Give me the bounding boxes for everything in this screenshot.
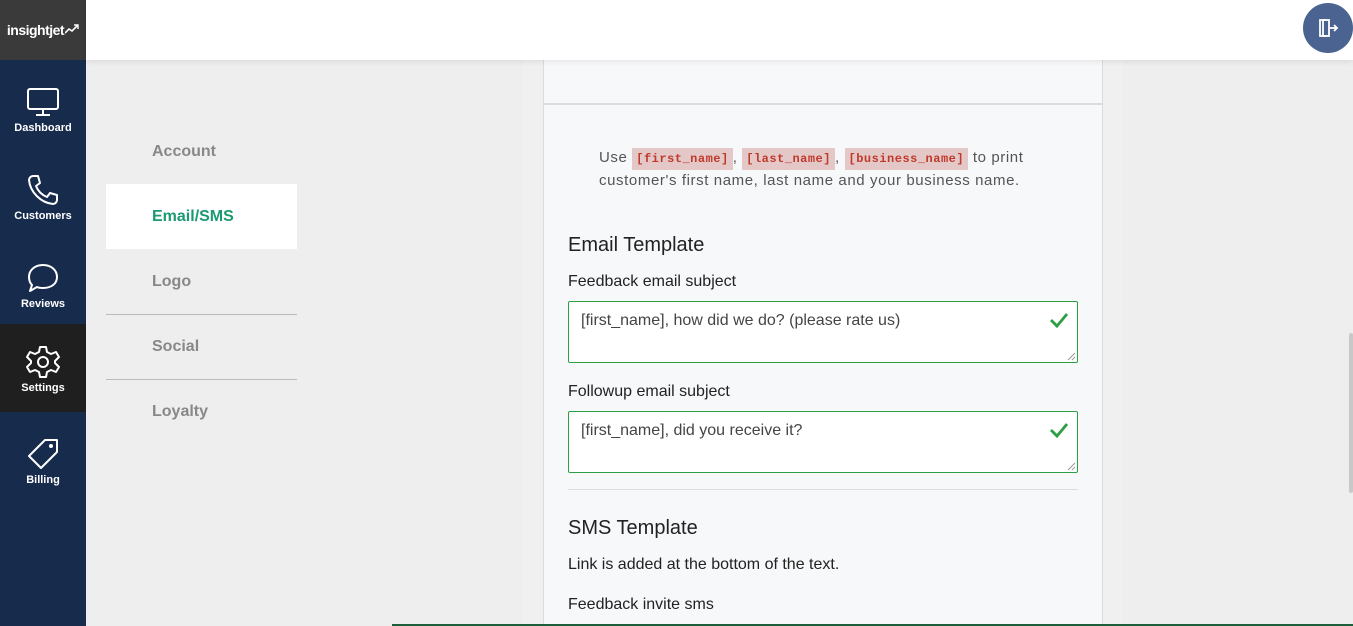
nav-label-reviews: Reviews (20, 298, 66, 310)
nav-label-settings: Settings (21, 382, 65, 394)
followup-email-subject-field[interactable]: [first_name], did you receive it? (568, 411, 1078, 473)
hint-sep1: , (732, 149, 738, 166)
monitor-icon (27, 88, 59, 116)
sms-link-note: Link is added at the bottom of the text. (568, 556, 840, 573)
page-scrollbar[interactable] (1349, 333, 1353, 493)
token-business-name: [business_name] (844, 148, 969, 170)
logout-button[interactable] (1303, 3, 1353, 53)
token-first-name: [first_name] (632, 148, 733, 170)
subnav-loyalty[interactable]: Loyalty (106, 379, 297, 444)
section-divider (568, 489, 1078, 490)
feedback-email-subject-field[interactable]: [first_name], how did we do? (please rat… (568, 301, 1078, 363)
phone-icon (28, 175, 58, 205)
nav-item-customers[interactable]: Customers (0, 152, 86, 240)
nav-item-dashboard[interactable]: Dashboard (0, 64, 86, 152)
tag-icon (28, 439, 58, 469)
subnav-account[interactable]: Account (106, 119, 297, 184)
followup-email-subject-value: [first_name], did you receive it? (581, 422, 803, 439)
check-icon (1050, 423, 1069, 439)
token-last-name: [last_name] (742, 148, 835, 170)
nav-item-billing[interactable]: Billing (0, 416, 86, 504)
top-bar (86, 0, 1353, 60)
check-icon (1050, 313, 1069, 329)
email-template-title: Email Template (568, 234, 705, 256)
previous-card (543, 60, 1103, 104)
brand-name: insightjet (6, 22, 65, 38)
nav-item-settings[interactable]: Settings (0, 324, 86, 412)
hint-prefix: Use (599, 149, 628, 166)
sms-template-title: SMS Template (568, 517, 698, 539)
hint-sep2: , (834, 149, 840, 166)
main-sidebar: insightjet Dashboard Customers Reviews S… (0, 0, 86, 626)
feedback-email-label: Feedback email subject (568, 273, 737, 290)
gear-icon (26, 346, 60, 378)
resize-handle-icon[interactable] (1067, 462, 1076, 471)
nav-label-billing: Billing (26, 474, 60, 486)
brand-mark (64, 23, 79, 37)
placeholder-hint: Use [first_name], [last_name], [business… (599, 147, 1059, 192)
subnav-logo[interactable]: Logo (106, 249, 297, 314)
brand-logo[interactable]: insightjet (0, 0, 86, 60)
chat-bubble-icon (28, 264, 58, 292)
settings-panel: Use [first_name], [last_name], [business… (523, 60, 1123, 626)
settings-subnav: Account Email/SMS Logo Social Loyalty (106, 119, 297, 444)
nav-label-customers: Customers (14, 210, 72, 222)
nav-item-reviews[interactable]: Reviews (0, 240, 86, 328)
subnav-email-sms[interactable]: Email/SMS (106, 184, 297, 249)
feedback-invite-sms-label: Feedback invite sms (568, 596, 714, 613)
template-card: Use [first_name], [last_name], [business… (543, 104, 1103, 626)
logout-icon (1319, 19, 1339, 37)
resize-handle-icon[interactable] (1067, 352, 1076, 361)
followup-email-label: Followup email subject (568, 383, 730, 400)
subnav-social[interactable]: Social (106, 314, 297, 379)
nav-label-dashboard: Dashboard (14, 122, 72, 134)
feedback-email-subject-value: [first_name], how did we do? (please rat… (581, 312, 901, 329)
